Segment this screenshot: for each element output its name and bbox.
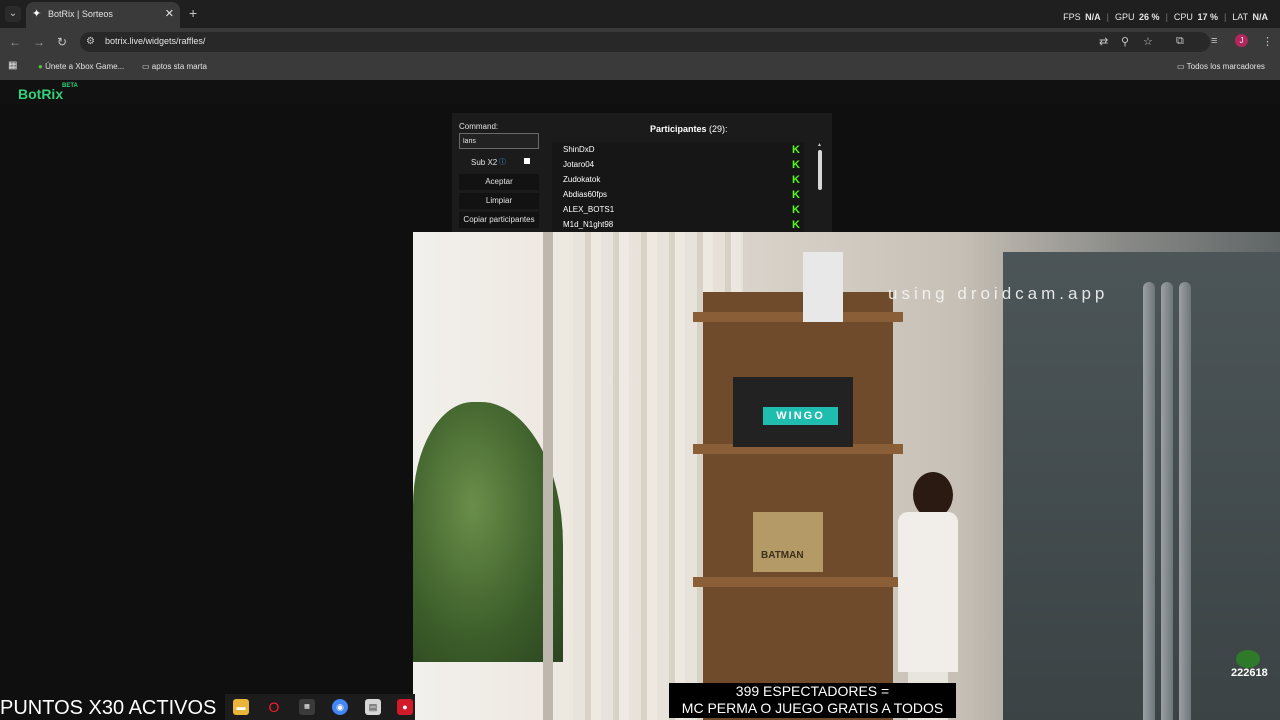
folder-icon: ▭ (142, 62, 150, 71)
participants-count: (29): (709, 124, 728, 134)
tab-botrix[interactable]: ✦ BotRix | Sorteos ✕ (26, 2, 180, 28)
apps-grid-icon[interactable]: ▦ (8, 60, 17, 71)
botrix-logo[interactable]: BotRix (18, 86, 63, 102)
raffle-panel: Command: Sub X2 ⓘ Aceptar Limpiar Copiar… (452, 113, 832, 238)
stream-caption: 399 ESPECTADORES = MC PERMA O JUEGO GRAT… (669, 683, 956, 718)
sub-x2-checkbox[interactable] (524, 158, 530, 164)
extensions-icon[interactable]: ⧉ (1176, 35, 1184, 48)
beta-badge: BETA (62, 83, 78, 89)
site-info-icon[interactable]: ⚙ (86, 36, 95, 47)
pepe-emote-icon (1236, 650, 1260, 668)
site-header: BotRix BETA (0, 80, 1280, 104)
media-control-icon[interactable]: ≡ (1211, 35, 1217, 47)
participants-list[interactable]: ShinDxD K Jotaro04 K Zudokatok K Abdias60fp… (552, 142, 804, 238)
sub-x2-option[interactable]: Sub X2 ⓘ (459, 155, 539, 169)
fps-stat: FPS N/A (1063, 12, 1101, 22)
product-box (803, 252, 843, 322)
droidcam-watermark: using droidcam.app (888, 284, 1109, 303)
viewer-counter: 222618 (1231, 667, 1268, 679)
participants-scrollbar[interactable]: ▲ (816, 142, 824, 238)
tab-search-button[interactable]: ⌄ (5, 6, 21, 22)
scroll-up-icon[interactable]: ▲ (817, 142, 822, 148)
botrix-favicon-icon: ✦ (32, 8, 42, 20)
kick-icon: K (792, 159, 800, 171)
list-item: Zudokatok K (552, 173, 804, 188)
opera-icon[interactable]: O (266, 699, 282, 715)
lat-stat: LAT N/A (1232, 12, 1268, 22)
browser-toolbar: ← → ↻ ⚙ botrix.live/widgets/raffles/ ⇄ ⚲… (0, 28, 1280, 56)
webcam-feed: WINGO BATMAN using droidcam.app (413, 232, 1280, 720)
back-icon[interactable]: ← (9, 35, 21, 49)
command-input[interactable] (459, 133, 539, 149)
menu-dots-icon[interactable]: ⋮ (1262, 35, 1273, 48)
participants-title: Participantes (29): (650, 124, 728, 134)
copy-participants-button[interactable]: Copiar participantes (459, 212, 539, 228)
list-item: M1d_N1ght98 K (552, 218, 804, 233)
taskbar: ▬ O ▦ ◉ ▤ ● (225, 694, 415, 720)
xbox-icon: ● (38, 62, 43, 71)
address-bar[interactable]: ⚙ botrix.live/widgets/raffles/ (80, 32, 1210, 52)
tab-strip: ⌄ ✦ BotRix | Sorteos ✕ + FPS N/A | GPU 2… (0, 0, 1280, 28)
kick-icon: K (792, 144, 800, 156)
chrome-icon[interactable]: ◉ (332, 699, 348, 715)
app-window-icon[interactable]: ▤ (365, 699, 381, 715)
info-icon[interactable]: ⓘ (499, 157, 506, 167)
reload-icon[interactable]: ↻ (57, 35, 67, 49)
points-banner: PUNTOS X30 ACTIVOS (0, 697, 217, 719)
kick-icon: K (792, 219, 800, 231)
kick-icon: K (792, 174, 800, 186)
app-icon[interactable]: ▦ (299, 699, 315, 715)
list-item: Abdias60fps K (552, 188, 804, 203)
bookshelf (703, 292, 893, 720)
file-explorer-icon[interactable]: ▬ (233, 699, 249, 715)
profile-avatar[interactable]: J (1235, 34, 1248, 47)
scrollbar-thumb[interactable] (818, 150, 822, 190)
kick-icon: K (792, 189, 800, 201)
recorder-icon[interactable]: ● (397, 699, 413, 715)
bookmark-star-icon[interactable]: ☆ (1143, 35, 1153, 48)
close-tab-icon[interactable]: ✕ (165, 7, 174, 20)
sub-x2-label: Sub X2 (471, 158, 498, 167)
url-text[interactable]: botrix.live/widgets/raffles/ (105, 36, 205, 46)
acoustic-panel (1003, 252, 1280, 720)
clear-button[interactable]: Limpiar (459, 193, 539, 209)
command-label: Command: (459, 122, 499, 131)
zoom-icon[interactable]: ⚲ (1121, 35, 1129, 48)
new-tab-button[interactable]: + (189, 5, 197, 21)
performance-overlay: FPS N/A | GPU 26 % | CPU 17 % | LAT N/A (1063, 12, 1268, 22)
all-bookmarks[interactable]: ▭ Todos los marcadores (1177, 62, 1265, 71)
bookmark-folder[interactable]: ▭ aptos sta marta (142, 62, 207, 71)
folder-icon: ▭ (1177, 62, 1185, 71)
gpu-stat: GPU 26 % (1115, 12, 1160, 22)
forward-icon[interactable]: → (33, 35, 45, 49)
accept-button[interactable]: Aceptar (459, 174, 539, 190)
tab-title: BotRix | Sorteos (48, 9, 113, 19)
bookmark-xbox[interactable]: ● Únete a Xbox Game... (38, 62, 124, 71)
bookmarks-bar: ▦ ● Únete a Xbox Game... ▭ aptos sta mar… (0, 56, 1280, 80)
kick-icon: K (792, 204, 800, 216)
list-item: ShinDxD K (552, 143, 804, 158)
cpu-stat: CPU 17 % (1173, 12, 1218, 22)
batman-box: BATMAN (753, 512, 823, 572)
list-item: ALEX_BOTS1 K (552, 203, 804, 218)
wingo-box: WINGO (733, 377, 853, 447)
translate-icon[interactable]: ⇄ (1099, 35, 1108, 48)
list-item: Jotaro04 K (552, 158, 804, 173)
